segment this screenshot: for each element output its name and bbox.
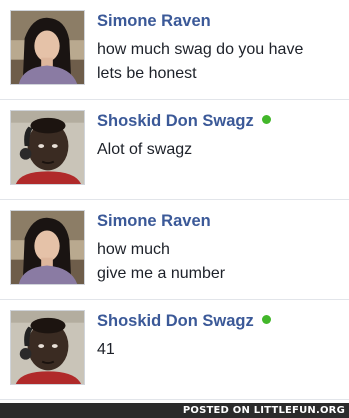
chat-message: Shoskid Don Swagz 41 (0, 300, 349, 400)
message-line: how much swag do you have (97, 41, 304, 58)
chat-message: Shoskid Don Swagz Alot of swagz (0, 100, 349, 200)
avatar[interactable] (10, 210, 85, 285)
male-avatar-icon (11, 311, 84, 384)
avatar[interactable] (10, 110, 85, 185)
sender-name[interactable]: Simone Raven (97, 212, 211, 231)
male-avatar-icon (11, 111, 84, 184)
message-text: Alot of swagz (97, 138, 192, 162)
sender-name[interactable]: Shoskid Don Swagz (97, 112, 271, 131)
chat-message: Simone Raven how much give me a number (0, 200, 349, 300)
message-text: 41 (97, 338, 115, 362)
watermark-footer: POSTED ON LITTLEFUN.ORG (0, 403, 349, 418)
message-text: how much give me a number (97, 238, 225, 286)
online-status-icon (261, 315, 271, 324)
female-avatar-icon (11, 211, 84, 284)
sender-name[interactable]: Simone Raven (97, 12, 211, 31)
avatar[interactable] (10, 10, 85, 85)
message-line: give me a number (97, 265, 226, 282)
female-avatar-icon (11, 11, 84, 84)
avatar[interactable] (10, 310, 85, 385)
message-line: how much (97, 241, 170, 258)
sender-name[interactable]: Shoskid Don Swagz (97, 312, 271, 331)
message-line: 41 (97, 341, 115, 358)
online-status-icon (261, 115, 271, 124)
message-line: lets be honest (97, 65, 197, 82)
chat-message: Simone Raven how much swag do you have l… (0, 0, 349, 100)
message-text: how much swag do you have lets be honest (97, 38, 303, 86)
message-line: Alot of swagz (97, 141, 193, 158)
